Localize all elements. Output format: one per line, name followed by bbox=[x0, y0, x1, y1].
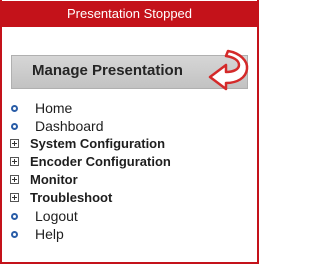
menu-item-system-configuration[interactable]: System Configuration bbox=[8, 135, 253, 153]
menu-item-dashboard[interactable]: Dashboard bbox=[8, 117, 253, 135]
menu-item-encoder-configuration-label[interactable]: Encoder Configuration bbox=[30, 153, 171, 171]
menu-item-monitor-label[interactable]: Monitor bbox=[30, 171, 78, 189]
menu-item-home-label[interactable]: Home bbox=[35, 99, 72, 117]
expand-icon[interactable] bbox=[10, 157, 19, 166]
menu-item-monitor[interactable]: Monitor bbox=[8, 171, 253, 189]
menu-item-troubleshoot-label[interactable]: Troubleshoot bbox=[30, 189, 112, 207]
bullet-icon bbox=[11, 123, 18, 130]
curved-arrow-shape bbox=[208, 49, 249, 91]
menu-item-help[interactable]: Help bbox=[8, 225, 253, 243]
panel-border-right bbox=[257, 0, 259, 264]
presentation-status-text: Presentation Stopped bbox=[66, 6, 193, 21]
menu-item-logout-label[interactable]: Logout bbox=[35, 207, 78, 225]
curved-arrow-icon[interactable] bbox=[204, 47, 252, 91]
menu-item-help-label[interactable]: Help bbox=[35, 225, 64, 243]
expand-icon[interactable] bbox=[10, 139, 19, 148]
navigation-panel: Presentation Stopped Manage Presentation… bbox=[0, 0, 259, 264]
panel-border-left bbox=[0, 0, 2, 264]
presentation-status-bar: Presentation Stopped bbox=[1, 1, 258, 27]
expand-icon[interactable] bbox=[10, 193, 19, 202]
bullet-icon bbox=[11, 105, 18, 112]
menu-item-home[interactable]: Home bbox=[8, 99, 253, 117]
menu-item-dashboard-label[interactable]: Dashboard bbox=[35, 117, 104, 135]
expand-icon[interactable] bbox=[10, 175, 19, 184]
menu-item-encoder-configuration[interactable]: Encoder Configuration bbox=[8, 153, 253, 171]
menu-item-system-configuration-label[interactable]: System Configuration bbox=[30, 135, 165, 153]
manage-presentation-label: Manage Presentation bbox=[32, 62, 183, 79]
bullet-icon bbox=[11, 231, 18, 238]
bullet-icon bbox=[11, 213, 18, 220]
main-menu: Home Dashboard System Configuration Enco… bbox=[8, 99, 253, 243]
menu-item-troubleshoot[interactable]: Troubleshoot bbox=[8, 189, 253, 207]
menu-item-logout[interactable]: Logout bbox=[8, 207, 253, 225]
